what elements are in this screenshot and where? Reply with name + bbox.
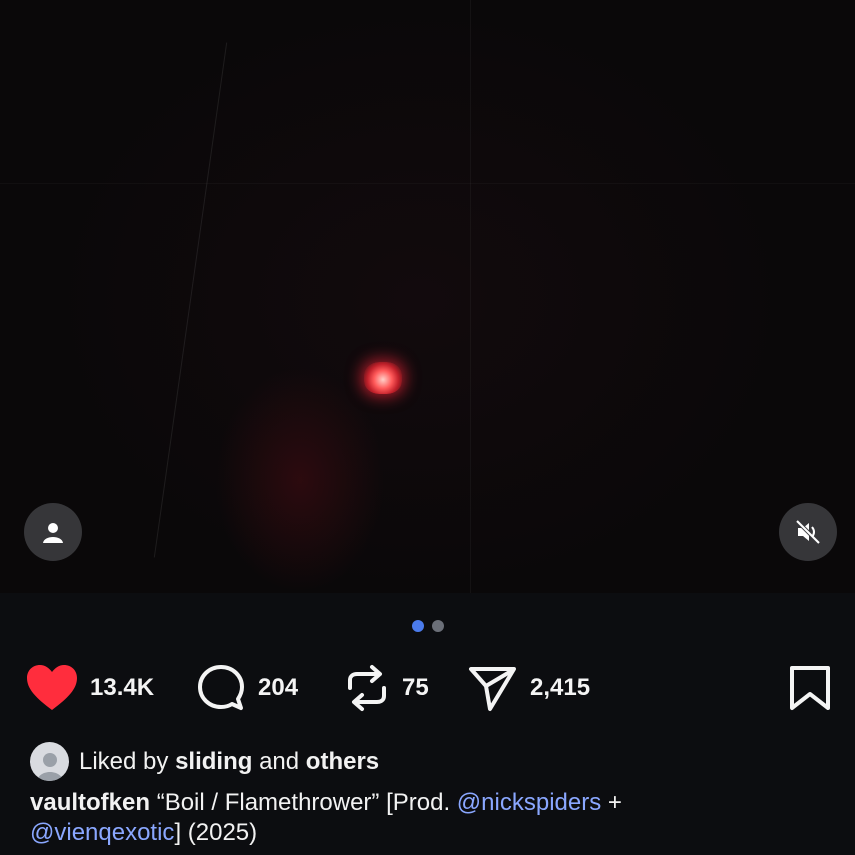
user-icon (43, 523, 63, 543)
muted-speaker-icon (795, 519, 821, 545)
tagged-users-button[interactable] (24, 503, 82, 561)
liked-by-prefix: Liked by (79, 747, 169, 775)
caption-mention[interactable]: @nickspiders (457, 789, 601, 816)
liked-by-user[interactable]: sliding (175, 748, 252, 776)
red-light-glow (364, 362, 402, 394)
action-bar: 13.4K 204 75 2,415 (0, 662, 855, 714)
post-caption: vaultofken “Boil / Flamethrower” [Prod. … (30, 788, 830, 848)
share-action[interactable]: 2,415 (468, 662, 590, 714)
save-button[interactable] (786, 662, 834, 714)
repost-icon[interactable] (344, 664, 390, 712)
liked-by-others[interactable]: others (306, 748, 379, 776)
liked-by-avatar[interactable] (30, 742, 69, 781)
caption-username[interactable]: vaultofken (30, 789, 150, 816)
user-icon (36, 753, 63, 781)
comment-action[interactable]: 204 (196, 662, 298, 714)
post-media[interactable] (0, 0, 855, 593)
likes-count[interactable]: 13.4K (90, 674, 154, 702)
like-action[interactable]: 13.4K (26, 662, 154, 714)
caption-plus: + (607, 789, 622, 816)
comment-icon[interactable] (196, 663, 246, 713)
media-scratch (470, 0, 471, 593)
comments-count[interactable]: 204 (258, 674, 298, 702)
caption-text: “Boil / Flamethrower” [Prod. (156, 789, 451, 816)
caption-mention[interactable]: @vienqexotic (30, 819, 174, 846)
heart-icon[interactable] (26, 664, 78, 712)
shares-count[interactable]: 2,415 (530, 674, 590, 702)
caption-text: ] (2025) (174, 819, 258, 846)
repost-action[interactable]: 75 (344, 662, 429, 714)
mute-toggle-button[interactable] (779, 503, 837, 561)
media-scratch (153, 42, 228, 558)
carousel-dot (431, 620, 444, 632)
carousel-dot-active (411, 620, 424, 632)
liked-by-row[interactable]: Liked by sliding and others (30, 742, 379, 781)
reposts-count[interactable]: 75 (402, 674, 429, 702)
share-icon[interactable] (468, 664, 518, 712)
bookmark-icon[interactable] (786, 664, 834, 712)
media-scratch (0, 183, 855, 184)
carousel-indicator (0, 620, 855, 632)
liked-by-and: and (259, 747, 300, 775)
